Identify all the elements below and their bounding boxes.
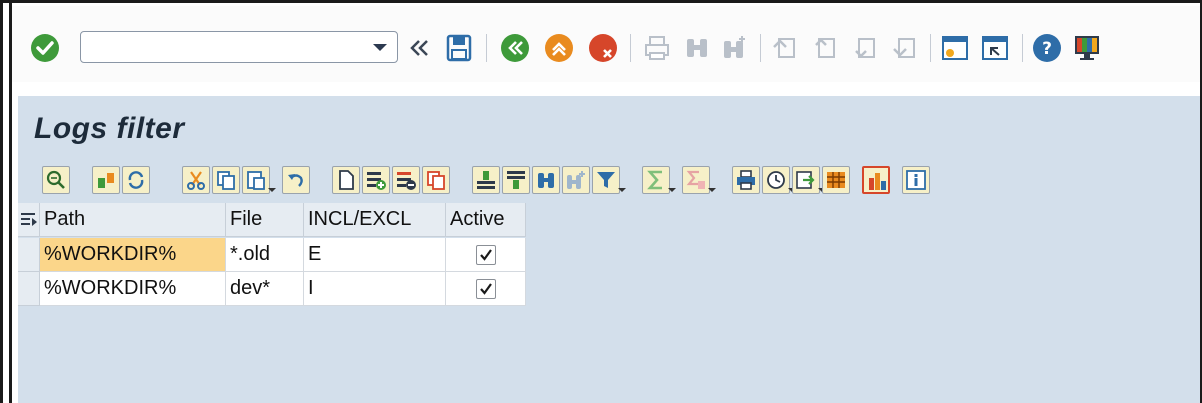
- layout-button[interactable]: [822, 166, 850, 194]
- cut-button[interactable]: [182, 166, 210, 194]
- customize-layout-icon[interactable]: [1072, 33, 1102, 63]
- cell-incl-excl[interactable]: E: [304, 238, 446, 272]
- export-button[interactable]: [792, 166, 826, 194]
- column-header-incl-excl[interactable]: INCL/EXCL: [304, 203, 446, 237]
- help-icon[interactable]: ?: [1032, 33, 1062, 63]
- subtotal-dropdown-icon[interactable]: [708, 188, 716, 192]
- delete-row-button[interactable]: [392, 166, 420, 194]
- grid-layout-icon[interactable]: [18, 203, 40, 237]
- sort-ascending-button[interactable]: [472, 166, 500, 194]
- first-page-icon: [770, 33, 800, 63]
- select-all-button[interactable]: [92, 166, 120, 194]
- system-toolbar: ?: [12, 6, 1200, 82]
- column-header-file[interactable]: File: [226, 203, 304, 237]
- filter-button[interactable]: [592, 166, 626, 194]
- views-button[interactable]: [762, 166, 796, 194]
- exit-icon[interactable]: [544, 33, 574, 63]
- okcode-dropdown-icon[interactable]: [373, 44, 387, 51]
- copy-row-button[interactable]: [422, 166, 450, 194]
- shortcut-icon[interactable]: [980, 33, 1010, 63]
- cell-path[interactable]: %WORKDIR%: [40, 238, 226, 272]
- enter-check-icon[interactable]: [30, 33, 60, 63]
- previous-page-icon: [810, 33, 840, 63]
- total-dropdown-icon[interactable]: [668, 188, 676, 192]
- next-page-icon: [850, 33, 880, 63]
- column-header-path[interactable]: Path: [40, 203, 226, 237]
- refresh-button[interactable]: [122, 166, 150, 194]
- alv-toolbar: [36, 162, 1200, 198]
- cancel-icon[interactable]: [588, 33, 618, 63]
- paste-button[interactable]: [242, 166, 276, 194]
- row-selector[interactable]: [18, 272, 40, 306]
- total-button[interactable]: [642, 166, 676, 194]
- find-button[interactable]: [532, 166, 560, 194]
- active-checkbox[interactable]: [476, 245, 496, 265]
- copy-button[interactable]: [212, 166, 240, 194]
- new-button[interactable]: [332, 166, 360, 194]
- column-header-active[interactable]: Active: [446, 203, 526, 237]
- information-button[interactable]: [902, 166, 930, 194]
- sort-descending-button[interactable]: [502, 166, 530, 194]
- find-next-icon: [720, 33, 750, 63]
- graphic-button[interactable]: [862, 166, 890, 194]
- cell-path[interactable]: %WORKDIR%: [40, 272, 226, 306]
- undo-button[interactable]: [282, 166, 310, 194]
- page-title: Logs filter: [34, 112, 185, 145]
- subtotal-button[interactable]: [682, 166, 716, 194]
- collapse-icon[interactable]: [405, 33, 435, 63]
- back-icon[interactable]: [500, 33, 530, 63]
- row-selector[interactable]: [18, 238, 40, 272]
- command-field[interactable]: [80, 31, 398, 63]
- insert-row-button[interactable]: [362, 166, 390, 194]
- cell-incl-excl[interactable]: I: [304, 272, 446, 306]
- find-next-button[interactable]: [562, 166, 590, 194]
- title-bar: Logs filter: [18, 96, 1200, 160]
- cell-file[interactable]: *.old: [226, 238, 304, 272]
- cell-active: [446, 272, 526, 306]
- svg-text:?: ?: [1042, 39, 1052, 59]
- last-page-icon: [890, 33, 920, 63]
- cell-active: [446, 238, 526, 272]
- find-icon: [682, 33, 712, 63]
- active-checkbox[interactable]: [476, 279, 496, 299]
- create-session-icon[interactable]: [940, 33, 970, 63]
- print-icon: [642, 33, 672, 63]
- cell-file[interactable]: dev*: [226, 272, 304, 306]
- save-icon[interactable]: [444, 33, 474, 63]
- details-button[interactable]: [42, 166, 70, 194]
- paste-dropdown-icon[interactable]: [268, 188, 276, 192]
- filter-dropdown-icon[interactable]: [618, 188, 626, 192]
- print-preview-button[interactable]: [732, 166, 760, 194]
